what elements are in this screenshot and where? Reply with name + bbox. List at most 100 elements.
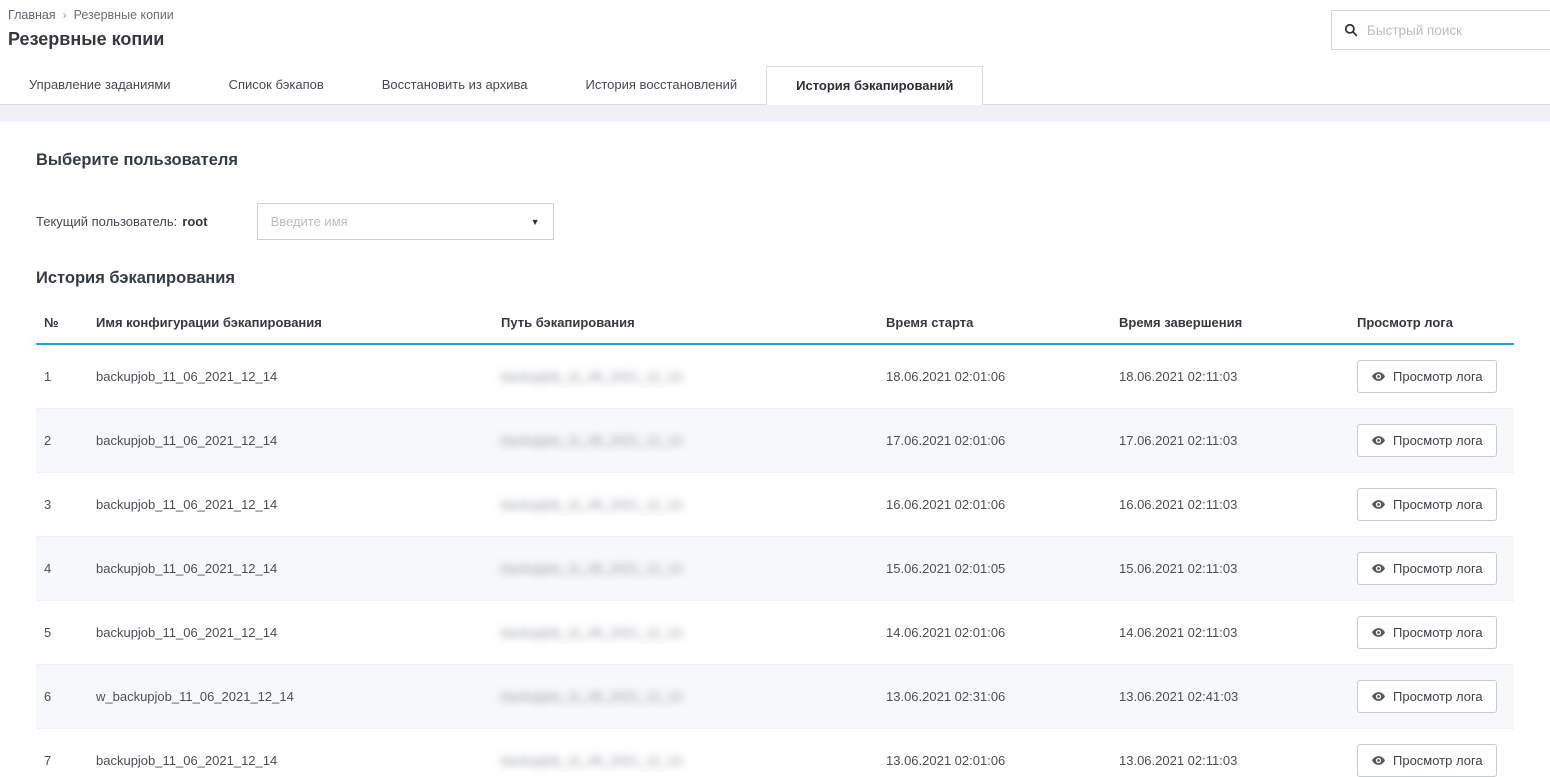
backup-path-cell: backupjob_11_06_2021_12_14 — [493, 473, 878, 537]
view-log-label: Просмотр лога — [1393, 689, 1483, 704]
breadcrumb-home[interactable]: Главная — [8, 8, 56, 22]
end-time: 17.06.2021 02:11:03 — [1111, 409, 1349, 473]
backup-path-redacted: backupjob_11_06_2021_12_14 — [501, 369, 682, 384]
view-log-button[interactable]: Просмотр лога — [1357, 680, 1497, 713]
view-log-label: Просмотр лога — [1393, 561, 1483, 576]
log-cell: Просмотр лога — [1349, 344, 1514, 409]
content-top-band — [0, 105, 1550, 122]
backup-path-redacted: backupjob_11_06_2021_12_14 — [501, 433, 682, 448]
column-header-start-time: Время старта — [878, 301, 1111, 344]
table-row: 7 backupjob_11_06_2021_12_14 backupjob_1… — [36, 729, 1514, 777]
table-row: 5 backupjob_11_06_2021_12_14 backupjob_1… — [36, 601, 1514, 665]
search-input[interactable] — [1367, 23, 1538, 38]
header: Главная › Резервные копии Резервные копи… — [0, 0, 1550, 50]
backup-path-cell: backupjob_11_06_2021_12_14 — [493, 409, 878, 473]
start-time: 17.06.2021 02:01:06 — [878, 409, 1111, 473]
backup-path-redacted: backupjob_11_06_2021_12_14 — [501, 497, 682, 512]
start-time: 14.06.2021 02:01:06 — [878, 601, 1111, 665]
view-log-label: Просмотр лога — [1393, 497, 1483, 512]
config-name: w_backupjob_11_06_2021_12_14 — [88, 665, 493, 729]
backup-path-cell: backupjob_11_06_2021_12_14 — [493, 729, 878, 777]
view-log-label: Просмотр лога — [1393, 369, 1483, 384]
tab-4[interactable]: История восстановлений — [557, 66, 767, 104]
eye-icon — [1371, 689, 1386, 704]
start-time: 15.06.2021 02:01:05 — [878, 537, 1111, 601]
eye-icon — [1371, 497, 1386, 512]
config-name: backupjob_11_06_2021_12_14 — [88, 601, 493, 665]
column-header-view-log: Просмотр лога — [1349, 301, 1514, 344]
view-log-label: Просмотр лога — [1393, 433, 1483, 448]
column-header-number: № — [36, 301, 88, 344]
tab-5[interactable]: История бэкапирований — [766, 66, 983, 105]
config-name: backupjob_11_06_2021_12_14 — [88, 344, 493, 409]
end-time: 14.06.2021 02:11:03 — [1111, 601, 1349, 665]
config-name: backupjob_11_06_2021_12_14 — [88, 473, 493, 537]
end-time: 16.06.2021 02:11:03 — [1111, 473, 1349, 537]
row-number: 4 — [36, 537, 88, 601]
quick-search-box[interactable] — [1331, 10, 1550, 50]
row-number: 2 — [36, 409, 88, 473]
backup-path-redacted: backupjob_11_06_2021_12_14 — [501, 689, 682, 704]
view-log-button[interactable]: Просмотр лога — [1357, 552, 1497, 585]
eye-icon — [1371, 561, 1386, 576]
view-log-button[interactable]: Просмотр лога — [1357, 616, 1497, 649]
page-title: Резервные копии — [8, 29, 1550, 50]
current-user-label: Текущий пользователь: — [36, 214, 177, 229]
user-select[interactable]: Введите имя ▼ — [257, 203, 554, 240]
backup-path-redacted: backupjob_11_06_2021_12_14 — [501, 625, 682, 640]
log-cell: Просмотр лога — [1349, 729, 1514, 777]
current-user-value: root — [182, 214, 207, 229]
log-cell: Просмотр лога — [1349, 409, 1514, 473]
end-time: 13.06.2021 02:11:03 — [1111, 729, 1349, 777]
backup-path-cell: backupjob_11_06_2021_12_14 — [493, 537, 878, 601]
backup-path-cell: backupjob_11_06_2021_12_14 — [493, 601, 878, 665]
backup-history-heading: История бэкапирования — [36, 269, 1514, 288]
start-time: 13.06.2021 02:31:06 — [878, 665, 1111, 729]
main-content: Выберите пользователя Текущий пользовате… — [0, 151, 1550, 777]
current-user-row: Текущий пользователь: root Введите имя ▼ — [36, 203, 1514, 240]
start-time: 16.06.2021 02:01:06 — [878, 473, 1111, 537]
backup-path-cell: backupjob_11_06_2021_12_14 — [493, 344, 878, 409]
config-name: backupjob_11_06_2021_12_14 — [88, 409, 493, 473]
breadcrumb-separator: › — [63, 8, 67, 22]
backup-path-redacted: backupjob_11_06_2021_12_14 — [501, 753, 682, 768]
view-log-button[interactable]: Просмотр лога — [1357, 488, 1497, 521]
start-time: 18.06.2021 02:01:06 — [878, 344, 1111, 409]
backup-path-redacted: backupjob_11_06_2021_12_14 — [501, 561, 682, 576]
chevron-down-icon: ▼ — [531, 217, 540, 227]
log-cell: Просмотр лога — [1349, 473, 1514, 537]
column-header-config-name: Имя конфигурации бэкапирования — [88, 301, 493, 344]
view-log-button[interactable]: Просмотр лога — [1357, 744, 1497, 777]
view-log-button[interactable]: Просмотр лога — [1357, 424, 1497, 457]
table-header-row: № Имя конфигурации бэкапирования Путь бэ… — [36, 301, 1514, 344]
select-user-heading: Выберите пользователя — [36, 151, 1514, 170]
tab-1[interactable]: Управление заданиями — [0, 66, 200, 104]
config-name: backupjob_11_06_2021_12_14 — [88, 537, 493, 601]
table-row: 4 backupjob_11_06_2021_12_14 backupjob_1… — [36, 537, 1514, 601]
history-table-body: 1 backupjob_11_06_2021_12_14 backupjob_1… — [36, 344, 1514, 777]
backup-history-table: № Имя конфигурации бэкапирования Путь бэ… — [36, 301, 1514, 777]
view-log-button[interactable]: Просмотр лога — [1357, 360, 1497, 393]
tab-2[interactable]: Список бэкапов — [200, 66, 353, 104]
backup-path-cell: backupjob_11_06_2021_12_14 — [493, 665, 878, 729]
tab-3[interactable]: Восстановить из архива — [353, 66, 557, 104]
tab-bar: Управление заданиямиСписок бэкаповВосста… — [0, 66, 1550, 105]
row-number: 5 — [36, 601, 88, 665]
row-number: 3 — [36, 473, 88, 537]
log-cell: Просмотр лога — [1349, 665, 1514, 729]
row-number: 6 — [36, 665, 88, 729]
table-row: 6 w_backupjob_11_06_2021_12_14 backupjob… — [36, 665, 1514, 729]
search-icon — [1344, 23, 1358, 37]
config-name: backupjob_11_06_2021_12_14 — [88, 729, 493, 777]
eye-icon — [1371, 625, 1386, 640]
start-time: 13.06.2021 02:01:06 — [878, 729, 1111, 777]
end-time: 15.06.2021 02:11:03 — [1111, 537, 1349, 601]
breadcrumb: Главная › Резервные копии — [8, 8, 1550, 22]
end-time: 13.06.2021 02:41:03 — [1111, 665, 1349, 729]
row-number: 1 — [36, 344, 88, 409]
view-log-label: Просмотр лога — [1393, 753, 1483, 768]
row-number: 7 — [36, 729, 88, 777]
log-cell: Просмотр лога — [1349, 537, 1514, 601]
user-select-placeholder: Введите имя — [271, 214, 348, 229]
column-header-backup-path: Путь бэкапирования — [493, 301, 878, 344]
